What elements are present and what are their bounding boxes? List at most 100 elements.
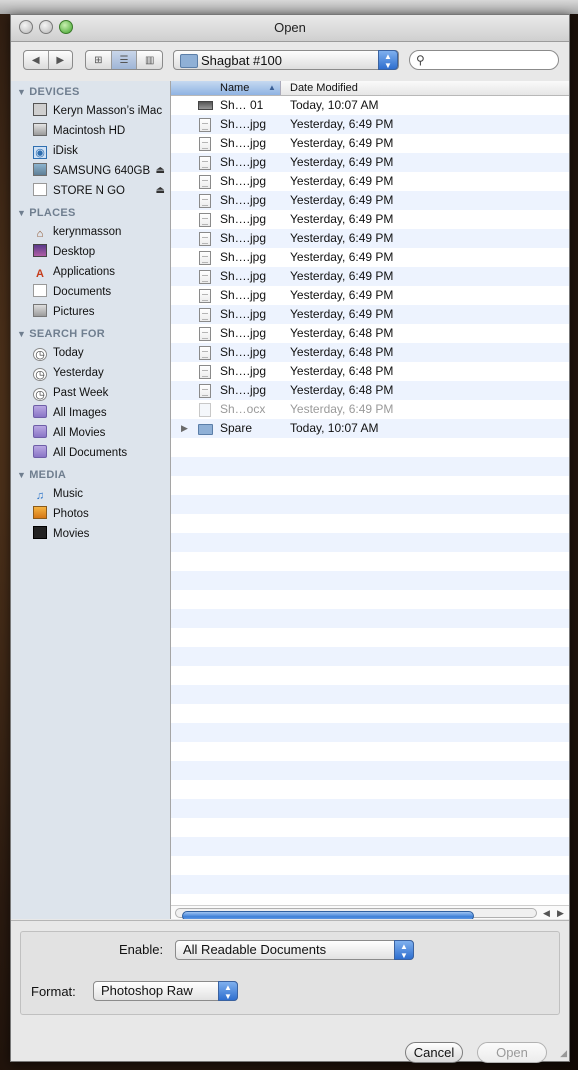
file-name: Sh….jpg [220,383,267,397]
column-view-button[interactable]: ▥ [136,51,162,69]
file-name: Sh….jpg [220,136,267,150]
sidebar-item-desktop[interactable]: Desktop [33,243,95,261]
eject-icon[interactable]: ⏏ [156,162,165,180]
file-row[interactable]: Sh… 01 Today, 10:07 AM [171,96,569,115]
home-icon: ⌂ [36,228,44,240]
file-row[interactable]: Sh….jpg Yesterday, 6:49 PM [171,134,569,153]
sidebar-section-media[interactable]: ▼ MEDIA [17,469,66,481]
folder-icon [180,54,198,68]
sidebar-item-store-n-go[interactable]: STORE N GO ⏏ [33,182,165,200]
pictures-icon [33,304,47,317]
forward-button[interactable]: ▶ [47,51,73,69]
location-popup[interactable]: Shagbat #100 ▲ ▼ [173,50,399,70]
enable-popup[interactable]: All Readable Documents ▲ ▼ [175,940,414,960]
sidebar-item-pictures[interactable]: Pictures [33,303,95,321]
file-name: Sh….jpg [220,174,267,188]
sidebar-item-keryn-masson-s-imac[interactable]: Keryn Masson’s iMac [33,102,162,120]
sidebar-item-label: Movies [53,528,90,540]
sidebar-item-macintosh-hd[interactable]: Macintosh HD [33,122,125,140]
sidebar-item-movies[interactable]: Movies [33,525,89,543]
file-row[interactable]: Sh….jpg Yesterday, 6:49 PM [171,267,569,286]
file-date-modified: Yesterday, 6:49 PM [290,155,394,169]
word-document-icon [199,403,211,417]
horizontal-scrollbar[interactable]: ◀ ▶ [171,905,569,919]
options-panel: Enable: All Readable Documents ▲ ▼ Format… [20,931,560,1015]
sidebar-item-idisk[interactable]: ◉ iDisk [33,142,78,160]
file-row[interactable]: Sh….jpg Yesterday, 6:49 PM [171,286,569,305]
enable-value: All Readable Documents [183,942,327,957]
eject-icon[interactable]: ⏏ [156,182,165,200]
cancel-button[interactable]: Cancel [405,1042,463,1063]
sidebar-item-label: SAMSUNG 640GB [53,165,151,177]
disclosure-triangle-icon[interactable]: ▼ [17,87,26,97]
sidebar-section-search-for[interactable]: ▼ SEARCH FOR [17,328,105,340]
sidebar-item-samsung-640gb[interactable]: SAMSUNG 640GB ⏏ [33,162,165,180]
image-file-icon [199,384,211,398]
name-column-header[interactable]: Name ▲ [171,81,281,95]
sidebar-section-places[interactable]: ▼ PLACES [17,207,76,219]
disclosure-triangle-icon[interactable]: ▼ [17,470,26,480]
file-row[interactable]: Sh….jpg Yesterday, 6:49 PM [171,248,569,267]
open-button[interactable]: Open [477,1042,547,1063]
disclosure-triangle-icon[interactable]: ▼ [17,329,26,339]
file-date-modified: Today, 10:07 AM [290,98,379,112]
scroll-track[interactable] [175,908,537,919]
file-row[interactable]: Sh….jpg Yesterday, 6:49 PM [171,210,569,229]
sidebar-item-applications[interactable]: A Applications [33,263,115,281]
file-row[interactable]: Sh….jpg Yesterday, 6:48 PM [171,381,569,400]
scroll-left-arrow-icon[interactable]: ◀ [543,906,550,919]
disclosure-triangle-icon[interactable]: ▼ [17,208,26,218]
file-row[interactable]: Sh….jpg Yesterday, 6:49 PM [171,153,569,172]
list-view-button[interactable]: ☰ [110,51,137,69]
image-file-icon [199,137,211,151]
sidebar-item-photos[interactable]: Photos [33,505,89,523]
date-modified-column-header[interactable]: Date Modified [290,81,358,95]
alias-file-icon [198,101,213,110]
file-row[interactable]: Sh….jpg Yesterday, 6:49 PM [171,229,569,248]
sidebar-item-all-movies[interactable]: All Movies [33,424,105,442]
disclosure-triangle-icon[interactable]: ▶ [181,419,188,438]
search-field[interactable]: ⚲ [409,50,559,70]
file-row[interactable]: Sh….jpg Yesterday, 6:49 PM [171,305,569,324]
back-icon: ◀ [31,54,40,66]
icon-view-button[interactable]: ⊞ [86,51,111,69]
options-area: Enable: All Readable Documents ▲ ▼ Format… [11,920,569,1063]
file-date-modified: Yesterday, 6:49 PM [290,250,394,264]
sidebar-section-devices[interactable]: ▼ DEVICES [17,86,80,98]
file-name: Sh….jpg [220,364,267,378]
folder-row[interactable]: ▶ Spare Today, 10:07 AM [171,419,569,438]
file-name: Spare [220,421,253,435]
sidebar-item-today[interactable]: ◷ Today [33,344,84,362]
back-button[interactable]: ◀ [24,51,48,69]
sidebar-item-kerynmasson[interactable]: ⌂ kerynmasson [33,223,122,241]
sidebar-item-music[interactable]: ♫ Music [33,485,83,503]
list-view-icon: ☰ [119,54,129,66]
file-row[interactable]: Sh….jpg Yesterday, 6:48 PM [171,343,569,362]
section-title: PLACES [29,207,76,219]
scroll-right-arrow-icon[interactable]: ▶ [557,906,564,919]
sidebar-item-all-documents[interactable]: All Documents [33,444,127,462]
file-row[interactable]: Sh…ocx Yesterday, 6:49 PM [171,400,569,419]
sidebar-item-all-images[interactable]: All Images [33,404,107,422]
file-date-modified: Yesterday, 6:49 PM [290,117,394,131]
close-window-button[interactable] [19,20,33,34]
desktop-background [0,0,578,14]
file-row[interactable]: Sh….jpg Yesterday, 6:49 PM [171,172,569,191]
file-row[interactable]: Sh….jpg Yesterday, 6:48 PM [171,362,569,381]
file-row[interactable]: Sh….jpg Yesterday, 6:49 PM [171,191,569,210]
sidebar-item-label: kerynmasson [53,226,122,238]
resize-grip-icon[interactable]: ◢ [560,1048,567,1059]
sidebar-item-past-week[interactable]: ◷ Past Week [33,384,108,402]
zoom-window-button[interactable] [59,20,73,34]
scroll-thumb[interactable] [182,911,474,919]
file-row[interactable]: Sh….jpg Yesterday, 6:48 PM [171,324,569,343]
file-row[interactable]: Sh….jpg Yesterday, 6:49 PM [171,115,569,134]
sidebar-item-yesterday[interactable]: ◷ Yesterday [33,364,104,382]
column-headers: Name ▲ Date Modified [171,81,569,96]
format-popup[interactable]: Photoshop Raw ▲ ▼ [93,981,238,1001]
sidebar-item-documents[interactable]: Documents [33,283,111,301]
image-file-icon [199,289,211,303]
minimize-window-button[interactable] [39,20,53,34]
file-name: Sh…ocx [220,402,266,416]
title-bar[interactable]: Open [11,15,569,42]
